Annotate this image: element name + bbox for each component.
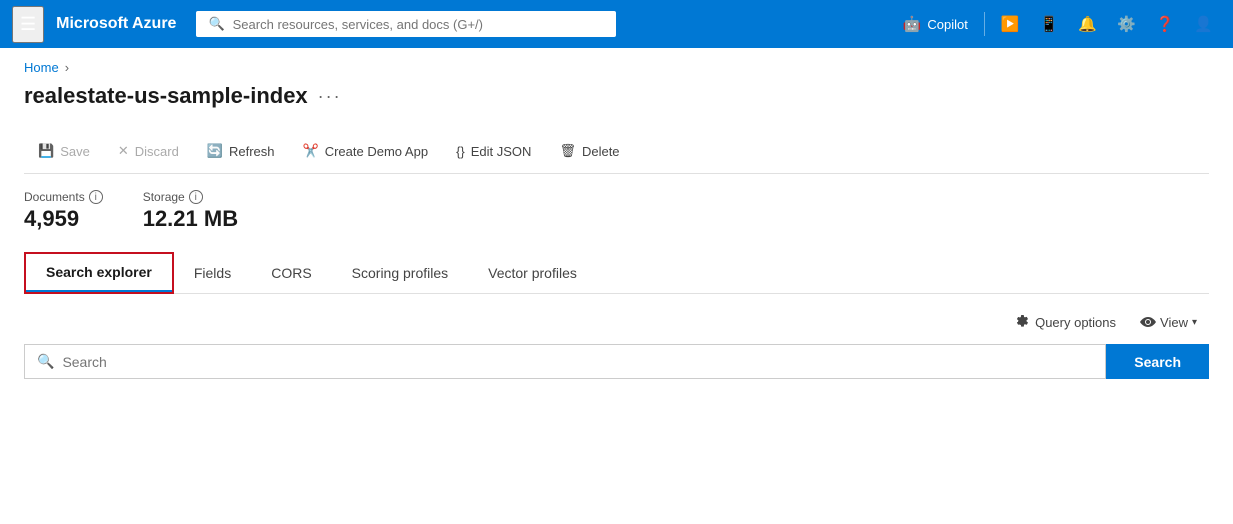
main-content: Home › realestate-us-sample-index ··· 💾 … bbox=[0, 48, 1233, 391]
global-search: 🔍 bbox=[196, 11, 616, 37]
search-explorer-tab-wrapper: Search explorer bbox=[24, 252, 174, 294]
discard-button[interactable]: ✕ Discard bbox=[104, 137, 193, 165]
breadcrumb: Home › bbox=[24, 60, 1209, 75]
gear-icon: ⚙️ bbox=[1117, 15, 1136, 33]
copilot-button[interactable]: 🤖 Copilot bbox=[895, 9, 976, 39]
page-title-row: realestate-us-sample-index ··· bbox=[24, 83, 1209, 109]
refresh-button[interactable]: 🔄 Refresh bbox=[193, 137, 289, 165]
create-demo-icon: ✂️ bbox=[303, 143, 319, 159]
delete-icon: 🗑 bbox=[559, 143, 576, 159]
hamburger-menu-button[interactable]: ☰ bbox=[12, 6, 44, 43]
storage-label: Storage i bbox=[143, 190, 238, 204]
nav-divider bbox=[984, 12, 985, 36]
documents-stat: Documents i 4,959 bbox=[24, 190, 103, 232]
tabs-container: Search explorer Fields CORS Scoring prof… bbox=[24, 252, 1209, 294]
storage-info-icon[interactable]: i bbox=[189, 190, 203, 204]
delete-button[interactable]: 🗑 Delete bbox=[545, 137, 633, 165]
create-demo-label: Create Demo App bbox=[325, 144, 428, 159]
query-options-label: Query options bbox=[1035, 315, 1116, 330]
azure-logo: Microsoft Azure bbox=[56, 15, 176, 33]
search-button[interactable]: Search bbox=[1106, 344, 1209, 379]
discard-icon: ✕ bbox=[118, 143, 129, 159]
tab-cors[interactable]: CORS bbox=[251, 252, 331, 293]
breadcrumb-separator: › bbox=[65, 60, 69, 75]
terminal-button[interactable]: ▶️ bbox=[993, 9, 1028, 39]
global-search-input[interactable] bbox=[233, 17, 605, 32]
user-button[interactable]: 👤 bbox=[1186, 9, 1221, 39]
view-label: View bbox=[1160, 315, 1188, 330]
save-label: Save bbox=[60, 144, 90, 159]
save-button[interactable]: 💾 Save bbox=[24, 137, 104, 165]
refresh-icon: 🔄 bbox=[207, 143, 223, 159]
storage-value: 12.21 MB bbox=[143, 206, 238, 232]
create-demo-button[interactable]: ✂️ Create Demo App bbox=[289, 137, 443, 165]
more-options-button[interactable]: ··· bbox=[318, 86, 342, 107]
search-input-wrapper: 🔍 bbox=[24, 344, 1106, 379]
help-button[interactable]: ❓ bbox=[1148, 9, 1183, 39]
edit-json-label: Edit JSON bbox=[471, 144, 532, 159]
search-input[interactable] bbox=[62, 354, 1093, 370]
tab-scoring-profiles[interactable]: Scoring profiles bbox=[332, 252, 469, 293]
help-icon: ❓ bbox=[1156, 15, 1175, 33]
breadcrumb-home[interactable]: Home bbox=[24, 60, 59, 75]
view-button[interactable]: View ▾ bbox=[1132, 310, 1205, 334]
save-icon: 💾 bbox=[38, 143, 54, 159]
view-eye-icon bbox=[1140, 314, 1156, 330]
portal-icon: 📱 bbox=[1040, 15, 1059, 33]
toolbar: 💾 Save ✕ Discard 🔄 Refresh ✂️ Create Dem… bbox=[24, 129, 1209, 174]
copilot-icon: 🤖 bbox=[903, 15, 922, 33]
portal-button[interactable]: 📱 bbox=[1032, 9, 1067, 39]
storage-stat: Storage i 12.21 MB bbox=[143, 190, 238, 232]
query-bar-container: Query options View ▾ 🔍 Search bbox=[24, 294, 1209, 391]
user-icon: 👤 bbox=[1194, 15, 1213, 33]
top-navigation: ☰ Microsoft Azure 🔍 🤖 Copilot ▶️ 📱 🔔 ⚙️ … bbox=[0, 0, 1233, 48]
stats-row: Documents i 4,959 Storage i 12.21 MB bbox=[24, 190, 1209, 232]
query-options-row: Query options View ▾ bbox=[24, 310, 1209, 334]
tab-fields[interactable]: Fields bbox=[174, 252, 251, 293]
edit-json-icon: {} bbox=[456, 144, 465, 159]
documents-value: 4,959 bbox=[24, 206, 103, 232]
settings-button[interactable]: ⚙️ bbox=[1109, 9, 1144, 39]
discard-label: Discard bbox=[135, 144, 179, 159]
view-chevron-icon: ▾ bbox=[1192, 317, 1197, 328]
global-search-icon: 🔍 bbox=[208, 16, 224, 32]
copilot-label: Copilot bbox=[927, 17, 967, 32]
delete-label: Delete bbox=[582, 144, 620, 159]
tab-vector-profiles[interactable]: Vector profiles bbox=[468, 252, 597, 293]
notification-button[interactable]: 🔔 bbox=[1070, 9, 1105, 39]
terminal-icon: ▶️ bbox=[1001, 15, 1020, 33]
search-bar-row: 🔍 Search bbox=[24, 344, 1209, 379]
search-magnifier-icon: 🔍 bbox=[37, 353, 54, 370]
nav-right-actions: 🤖 Copilot ▶️ 📱 🔔 ⚙️ ❓ 👤 bbox=[895, 9, 1221, 39]
edit-json-button[interactable]: {} Edit JSON bbox=[442, 138, 545, 165]
query-options-gear-icon bbox=[1013, 314, 1029, 330]
bell-icon: 🔔 bbox=[1078, 15, 1097, 33]
documents-info-icon[interactable]: i bbox=[89, 190, 103, 204]
tab-search-explorer[interactable]: Search explorer bbox=[26, 254, 172, 292]
page-title: realestate-us-sample-index bbox=[24, 83, 308, 109]
documents-label: Documents i bbox=[24, 190, 103, 204]
query-options-button[interactable]: Query options bbox=[1005, 310, 1124, 334]
refresh-label: Refresh bbox=[229, 144, 275, 159]
